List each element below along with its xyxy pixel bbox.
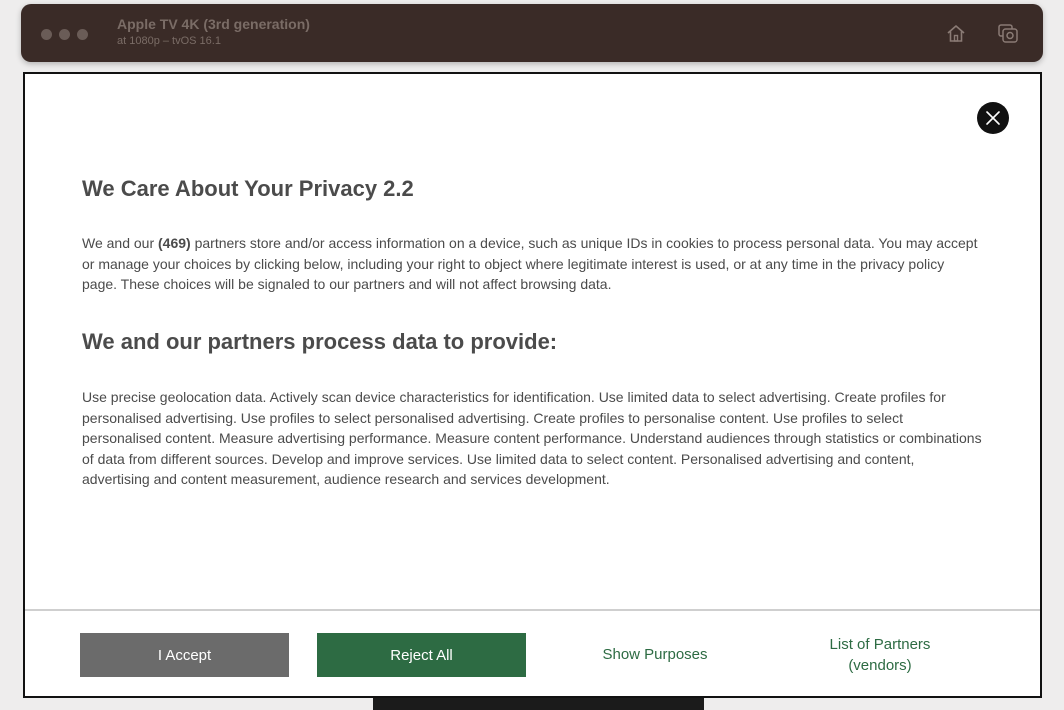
home-icon[interactable] (944, 22, 968, 46)
tv-screen: We Care About Your Privacy 2.2 We and ou… (23, 72, 1042, 698)
intro-prefix: We and our (82, 235, 159, 251)
device-subtitle: at 1080p – tvOS 16.1 (117, 35, 221, 47)
device-title: Apple TV 4K (3rd generation) (117, 16, 310, 32)
window-zoom-dot[interactable] (77, 29, 88, 40)
purposes-heading: We and our partners process data to prov… (82, 329, 558, 354)
accept-button[interactable]: I Accept (80, 633, 289, 677)
screenshot-icon[interactable] (996, 22, 1020, 46)
tv-stand (373, 698, 704, 710)
window-minimize-dot[interactable] (59, 29, 70, 40)
list-of-partners-link[interactable]: List of Partners (vendors) (805, 634, 955, 676)
simulator-titlebar: Apple TV 4K (3rd generation) at 1080p – … (21, 4, 1043, 62)
show-purposes-link[interactable]: Show Purposes (585, 646, 725, 663)
footer-divider (25, 609, 1040, 611)
window-close-dot[interactable] (41, 29, 52, 40)
partners-link-line2: (vendors) (848, 657, 912, 674)
privacy-consent-dialog: We Care About Your Privacy 2.2 We and ou… (25, 74, 1040, 696)
reject-all-button[interactable]: Reject All (317, 633, 526, 677)
purposes-paragraph: Use precise geolocation data. Actively s… (82, 389, 982, 487)
partners-link-line1: List of Partners (829, 636, 931, 653)
intro-suffix: partners store and/or access information… (82, 235, 978, 292)
dialog-title: We Care About Your Privacy 2.2 (82, 176, 414, 201)
partner-count: (469) (158, 235, 191, 251)
close-icon[interactable] (977, 102, 1009, 134)
intro-paragraph: We and our (469) partners store and/or a… (82, 233, 982, 295)
